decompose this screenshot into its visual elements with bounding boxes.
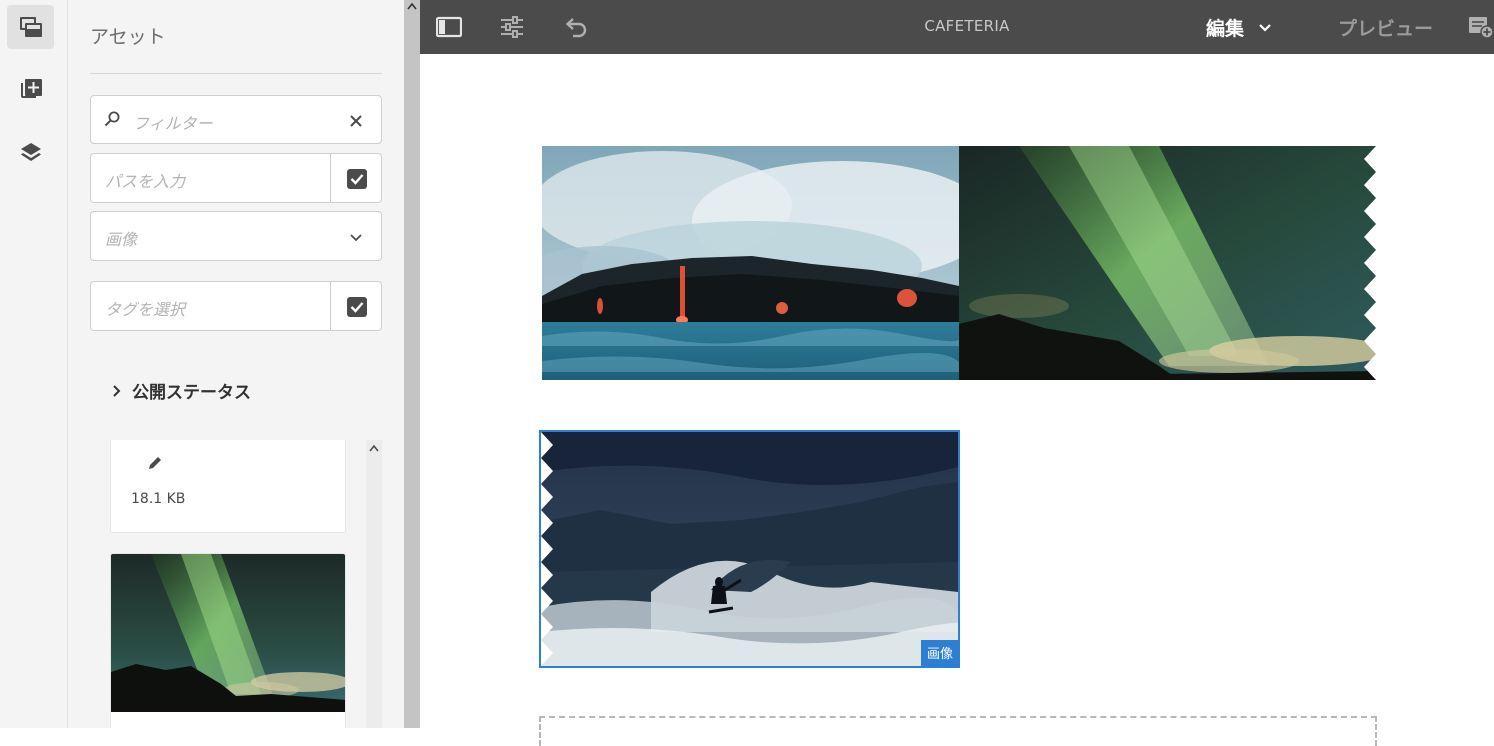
asset-list: 18.1 KB bbox=[110, 440, 346, 728]
page-canvas: 画像 bbox=[420, 54, 1494, 746]
undo-icon[interactable] bbox=[563, 14, 589, 40]
asset-type-select[interactable]: 画像 bbox=[90, 211, 382, 261]
components-tab[interactable] bbox=[7, 68, 54, 112]
selected-component-frame[interactable]: 画像 bbox=[539, 430, 960, 668]
tags-browse-button[interactable] bbox=[347, 297, 367, 317]
field-separator bbox=[330, 154, 331, 202]
tags-field[interactable]: タグを選択 bbox=[90, 281, 382, 331]
mode-label: 編集 bbox=[1206, 18, 1245, 40]
asset-size: 18.1 KB bbox=[131, 491, 186, 507]
clear-icon[interactable] bbox=[347, 112, 365, 130]
scroll-up-icon[interactable] bbox=[369, 444, 379, 452]
filter-input[interactable]: フィルター bbox=[133, 110, 213, 134]
pencil-icon[interactable] bbox=[147, 455, 163, 471]
check-icon bbox=[350, 302, 364, 313]
asset-list-scrollbar[interactable] bbox=[366, 440, 382, 728]
path-browse-button[interactable] bbox=[347, 169, 367, 189]
page-properties-icon[interactable] bbox=[499, 14, 525, 40]
asset-panel: アセット フィルター パスを入力 画像 タグを選択 公開ステータス 18.1 K… bbox=[68, 0, 404, 728]
assets-icon bbox=[19, 17, 42, 37]
filter-field[interactable]: フィルター bbox=[90, 95, 382, 144]
lava-ocean-image[interactable] bbox=[542, 146, 959, 380]
toggle-side-panel-icon[interactable] bbox=[436, 14, 462, 40]
field-separator bbox=[330, 282, 331, 330]
preview-button[interactable]: プレビュー bbox=[1338, 14, 1433, 41]
tags-input[interactable]: タグを選択 bbox=[105, 296, 185, 320]
drop-zone-placeholder[interactable] bbox=[539, 716, 1377, 746]
component-type-badge: 画像 bbox=[920, 640, 958, 666]
layers-icon bbox=[20, 143, 41, 161]
asset-card[interactable]: 18.1 KB bbox=[110, 440, 346, 533]
aurora-mountains-picture bbox=[959, 146, 1376, 380]
chevron-down-icon bbox=[1259, 23, 1271, 32]
asset-type-value: 画像 bbox=[105, 230, 138, 249]
scroll-up-icon[interactable] bbox=[407, 2, 417, 10]
layers-tab[interactable] bbox=[7, 131, 54, 175]
check-icon bbox=[350, 174, 364, 185]
panel-splitter-scrollbar[interactable] bbox=[404, 0, 420, 728]
lava-ocean-picture bbox=[542, 146, 959, 380]
side-rail bbox=[0, 0, 68, 728]
assets-tab[interactable] bbox=[7, 5, 54, 49]
publish-status-label: 公開ステータス bbox=[132, 383, 251, 403]
divider bbox=[90, 73, 382, 74]
path-field[interactable]: パスを入力 bbox=[90, 153, 382, 203]
panel-title: アセット bbox=[90, 26, 166, 48]
asset-card[interactable] bbox=[110, 553, 346, 728]
chevron-down-icon bbox=[350, 234, 362, 242]
aurora-thumbnail bbox=[111, 554, 345, 712]
components-icon bbox=[20, 79, 42, 98]
aurora-mountains-image[interactable] bbox=[959, 146, 1376, 380]
editor-toolbar: CAFETERIA 編集 プレビュー bbox=[420, 0, 1494, 54]
search-icon bbox=[104, 111, 120, 127]
annotate-icon[interactable] bbox=[1468, 15, 1494, 39]
chevron-right-icon bbox=[113, 384, 121, 397]
path-input[interactable]: パスを入力 bbox=[105, 168, 185, 192]
mode-selector[interactable]: 編集 bbox=[1206, 14, 1272, 41]
publish-status-toggle[interactable]: 公開ステータス bbox=[112, 378, 251, 403]
